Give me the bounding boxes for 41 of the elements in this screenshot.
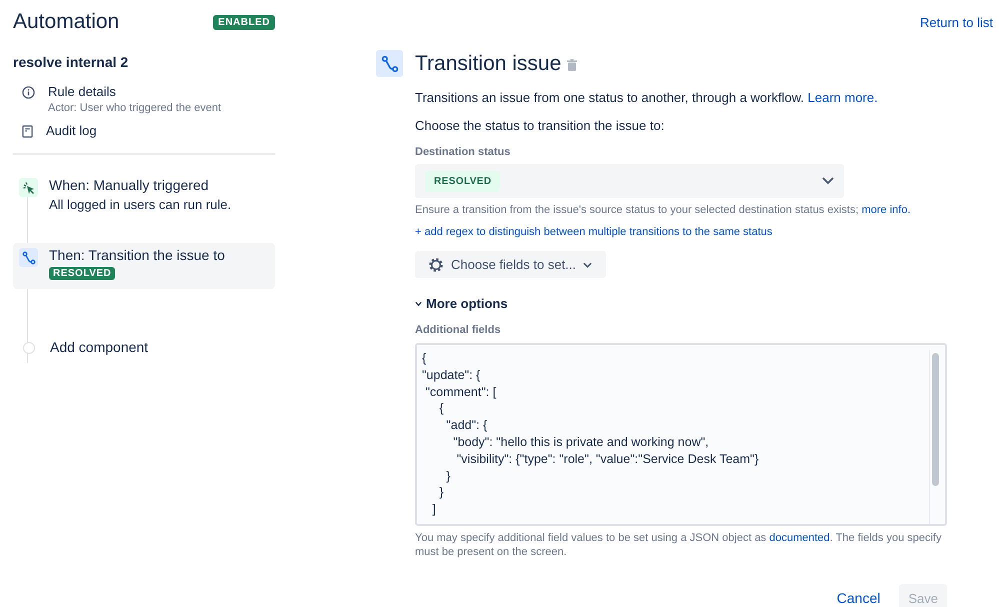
panel-title: Transition issue <box>415 52 562 76</box>
more-options-toggle[interactable]: More options <box>415 296 508 311</box>
chevron-icon <box>415 300 422 306</box>
info-icon <box>22 86 35 99</box>
description: Transitions an issue from one status to another, through a workflow. Learn more. <box>415 90 879 105</box>
status-badge: ENABLED <box>213 14 275 30</box>
add-regex-link[interactable]: + add regex to distinguish between multiple transitions to the same status <box>415 226 947 238</box>
help-text: Ensure a transition from the issue's source status to your selected destination status exists; more info. <box>415 203 912 217</box>
settings-icon <box>428 256 444 272</box>
sidebar-link[interactable]: Audit log <box>46 123 97 138</box>
transition-icon <box>19 248 38 267</box>
step-title: Then: Transition the issue to <box>49 247 225 263</box>
cancel-button[interactable]: Cancel <box>828 584 890 607</box>
trash-icon[interactable] <box>567 59 578 71</box>
sidebar-link[interactable]: Rule details <box>48 84 116 99</box>
choose-fields-button[interactable]: Choose fields to set... <box>415 251 606 278</box>
field-label: Additional fields <box>415 324 502 336</box>
caret-icon <box>583 262 592 268</box>
cursor-click-icon <box>19 178 38 197</box>
field-label: Destination status <box>415 146 512 158</box>
add-component-link[interactable]: Add component <box>50 339 148 355</box>
return-to-list-link[interactable]: Return to list <box>920 15 993 30</box>
sidebar-sublabel: Actor: User who triggered the event <box>48 102 222 114</box>
status-lozenge: RESOLVED <box>425 170 500 192</box>
transition-icon <box>376 50 403 77</box>
destination-status-select[interactable]: RESOLVED <box>415 164 844 198</box>
page-title: Automation <box>13 10 120 34</box>
scrollbar-thumb[interactable] <box>932 353 939 486</box>
document-icon <box>22 125 33 138</box>
rule-name: resolve internal 2 <box>13 54 130 70</box>
step-title: When: Manually triggered <box>49 177 210 193</box>
documented-link[interactable]: documented <box>769 532 830 544</box>
chevron-down-icon <box>822 177 834 185</box>
instruction-text: Choose the status to transition the issue to: <box>415 118 666 133</box>
status-badge: RESOLVED <box>49 267 116 280</box>
additional-fields-textarea[interactable]: { "update": { "comment": [ { "add": { "body": "hello this is private and working now", "visibility": {"type": "role", "value":"Service Desk Team"} } } ] <box>415 343 947 526</box>
help-text: You may specify additional field values to be set using a JSON object as documented. The fields you specify must be present on the screen. <box>415 531 942 559</box>
learn-more-link[interactable]: Learn more. <box>808 90 878 105</box>
selected-step[interactable]: Then: Transition the issue to RESOLVED <box>13 243 275 289</box>
step-detail: All logged in users can run rule. <box>49 197 232 212</box>
more-info-link[interactable]: more info. <box>862 204 911 216</box>
